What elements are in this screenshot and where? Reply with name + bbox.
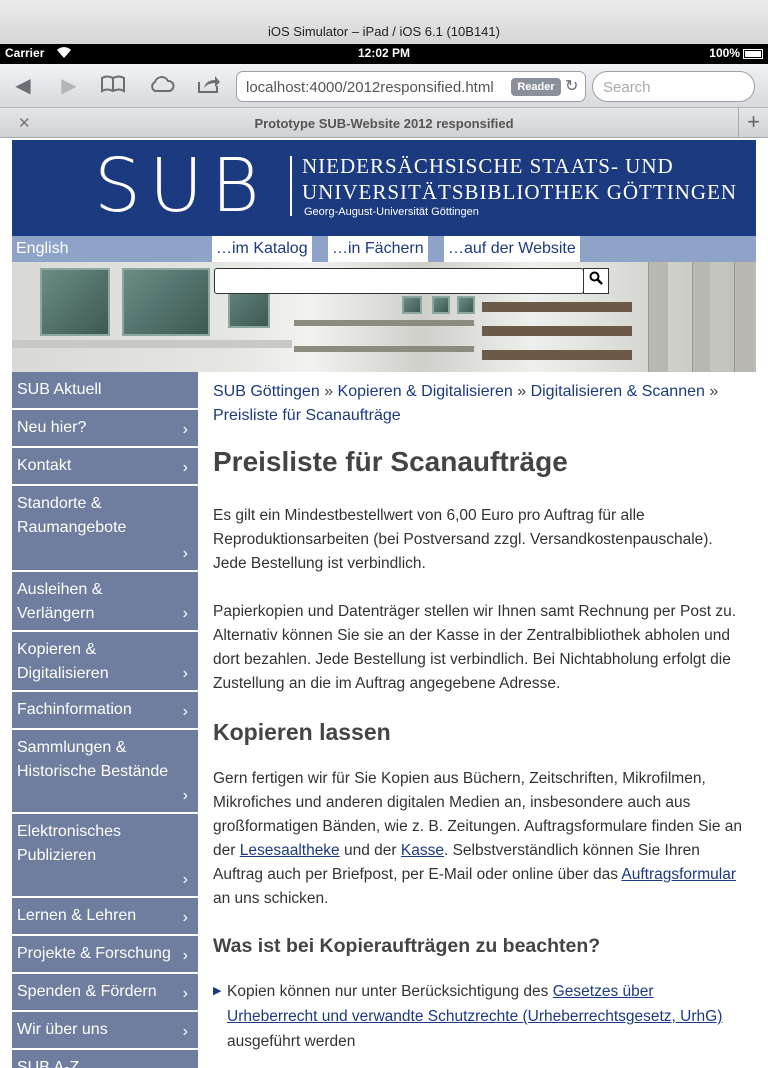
sidebar-item-ausleihen[interactable]: Ausleihen & Verlängern › bbox=[12, 572, 198, 632]
sidebar-item-sammlungen[interactable]: Sammlungen & Historische Bestände › bbox=[12, 730, 198, 814]
sidebar-item-projekte[interactable]: Projekte & Forschung › bbox=[12, 936, 198, 974]
language-link-english[interactable]: English bbox=[16, 240, 68, 258]
sidebar-navigation: SUB Aktuell Neu hier? › Kontakt › Stando… bbox=[12, 372, 198, 1068]
chevron-right-icon: › bbox=[182, 871, 188, 888]
list-item: ▶ Kopien können nur unter Berücksichtigu… bbox=[213, 979, 747, 1054]
site-search-input[interactable] bbox=[214, 268, 584, 294]
chevron-right-icon: › bbox=[182, 459, 188, 476]
forward-icon[interactable]: ▶ bbox=[56, 74, 82, 98]
institution-name-line1: NIEDERSÄCHSISCHE STAATS- UND bbox=[302, 154, 674, 178]
breadcrumb-separator: » bbox=[517, 383, 527, 400]
search-placeholder: Search bbox=[603, 79, 651, 96]
simulator-title: iOS Simulator – iPad / iOS 6.1 (10B141) bbox=[268, 24, 500, 39]
search-field[interactable]: Search bbox=[592, 71, 755, 102]
simulator-title-bar: iOS Simulator – iPad / iOS 6.1 (10B141) bbox=[0, 0, 768, 44]
tab-bar: ✕ Prototype SUB-Website 2012 responsifie… bbox=[0, 108, 768, 138]
auftragsformular-link[interactable]: Auftragsformular bbox=[621, 866, 736, 883]
reload-icon[interactable]: ↻ bbox=[565, 76, 578, 96]
sidebar-item-sub-aktuell[interactable]: SUB Aktuell bbox=[12, 372, 198, 410]
breadcrumb: SUB Göttingen » Kopieren & Digitalisiere… bbox=[213, 380, 747, 428]
breadcrumb-separator: » bbox=[709, 383, 719, 400]
breadcrumb-item[interactable]: Kopieren & Digitalisieren bbox=[338, 383, 513, 400]
main-content: SUB Göttingen » Kopieren & Digitalisiere… bbox=[213, 380, 747, 1054]
site-search-button[interactable] bbox=[583, 268, 609, 294]
section-heading-kopieren: Kopieren lassen bbox=[213, 719, 391, 745]
top-menu-strip: English …im Katalog …in Fächern …auf der… bbox=[12, 236, 756, 262]
sidebar-item-standorte[interactable]: Standorte & Raumangebote › bbox=[12, 486, 198, 572]
magnifier-icon bbox=[589, 271, 603, 285]
reader-button[interactable]: Reader bbox=[511, 78, 561, 96]
sidebar-item-spenden[interactable]: Spenden & Fördern › bbox=[12, 974, 198, 1012]
share-icon[interactable] bbox=[196, 74, 222, 98]
sidebar-item-fachinformation[interactable]: Fachinformation › bbox=[12, 692, 198, 730]
status-bar: Carrier 12:02 PM 100% bbox=[0, 44, 768, 64]
breadcrumb-item-current[interactable]: Preisliste für Scanaufträge bbox=[213, 407, 401, 424]
delivery-paragraph: Papierkopien und Datenträger stellen wir… bbox=[213, 603, 736, 692]
logo-divider bbox=[290, 156, 292, 216]
sidebar-item-sub-a-z[interactable]: SUB A-Z bbox=[12, 1050, 198, 1068]
university-name: Georg-August-Universität Göttingen bbox=[304, 206, 479, 218]
battery-icon bbox=[743, 49, 763, 59]
bullet-triangle-icon: ▶ bbox=[213, 985, 222, 997]
search-tab-subjects[interactable]: …in Fächern bbox=[328, 236, 428, 262]
status-time: 12:02 PM bbox=[357, 46, 411, 60]
breadcrumb-item[interactable]: SUB Göttingen bbox=[213, 383, 320, 400]
browser-toolbar: ◀ ▶ localhost:4000/2012responsified.html… bbox=[0, 64, 768, 108]
chevron-right-icon: › bbox=[182, 703, 188, 720]
url-text: localhost:4000/2012responsified.html bbox=[246, 79, 494, 96]
bookmarks-icon[interactable] bbox=[100, 74, 126, 98]
battery-percent: 100% bbox=[709, 46, 740, 60]
institution-name-line2: UNIVERSITÄTSBIBLIOTHEK GÖTTINGEN bbox=[302, 180, 738, 204]
tab-title[interactable]: Prototype SUB-Website 2012 responsified bbox=[0, 116, 768, 131]
chevron-right-icon: › bbox=[182, 985, 188, 1002]
sidebar-item-kontakt[interactable]: Kontakt › bbox=[12, 448, 198, 486]
subsection-heading: Was ist bei Kopieraufträgen zu beachten? bbox=[213, 935, 601, 957]
chevron-right-icon: › bbox=[182, 605, 188, 622]
search-tab-website[interactable]: …auf der Website bbox=[444, 236, 580, 262]
sidebar-item-neu-hier[interactable]: Neu hier? › bbox=[12, 410, 198, 448]
site-header-banner: SUB NIEDERSÄCHSISCHE STAATS- UND UNIVERS… bbox=[12, 140, 756, 236]
search-tab-catalog[interactable]: …im Katalog bbox=[212, 236, 312, 262]
chevron-right-icon: › bbox=[182, 665, 188, 682]
sidebar-item-kopieren[interactable]: Kopieren & Digitalisieren › bbox=[12, 632, 198, 692]
breadcrumb-item[interactable]: Digitalisieren & Scannen bbox=[531, 383, 705, 400]
copy-service-paragraph: Gern fertigen wir für Sie Kopien aus Büc… bbox=[213, 770, 743, 907]
sub-logo[interactable]: SUB bbox=[94, 146, 268, 226]
chevron-right-icon: › bbox=[182, 947, 188, 964]
lesesaaltheke-link[interactable]: Lesesaaltheke bbox=[240, 842, 340, 859]
breadcrumb-separator: » bbox=[324, 383, 334, 400]
chevron-right-icon: › bbox=[182, 909, 188, 926]
icloud-tabs-icon[interactable] bbox=[148, 74, 175, 98]
chevron-right-icon: › bbox=[182, 1023, 188, 1040]
kasse-link[interactable]: Kasse bbox=[401, 842, 444, 859]
chevron-right-icon: › bbox=[182, 787, 188, 804]
chevron-right-icon: › bbox=[182, 421, 188, 438]
intro-paragraph: Es gilt ein Mindestbestellwert von 6,00 … bbox=[213, 507, 713, 572]
sidebar-item-wir-ueber-uns[interactable]: Wir über uns › bbox=[12, 1012, 198, 1050]
new-tab-icon[interactable]: + bbox=[738, 108, 768, 138]
sidebar-item-publizieren[interactable]: Elektronisches Publizieren › bbox=[12, 814, 198, 898]
sidebar-item-lernen[interactable]: Lernen & Lehren › bbox=[12, 898, 198, 936]
address-bar[interactable]: localhost:4000/2012responsified.html Rea… bbox=[236, 71, 586, 102]
notes-list: ▶ Kopien können nur unter Berücksichtigu… bbox=[213, 979, 747, 1054]
back-icon[interactable]: ◀ bbox=[10, 74, 36, 98]
chevron-right-icon: › bbox=[182, 545, 188, 562]
page-title: Preisliste für Scanaufträge bbox=[213, 446, 568, 477]
